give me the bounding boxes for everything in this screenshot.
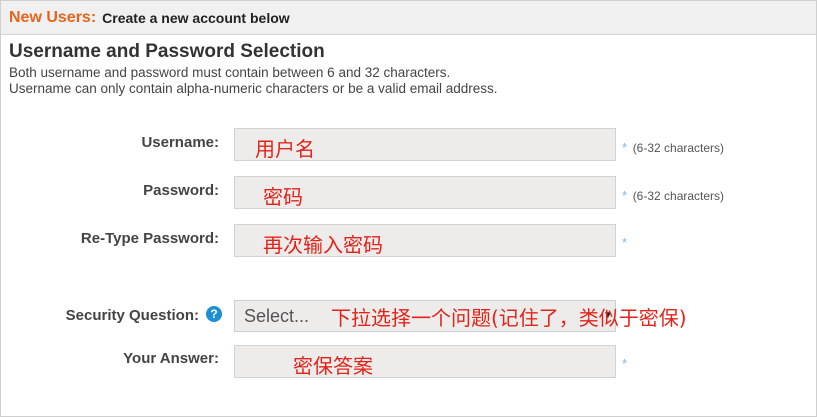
retype-required: * <box>622 235 627 250</box>
panel-header: New Users: Create a new account below <box>1 1 816 35</box>
retype-password-input[interactable]: 再次输入密码 <box>234 224 616 257</box>
retype-password-label: Re-Type Password: <box>80 230 219 247</box>
header-subtitle: Create a new account below <box>102 9 290 26</box>
username-input[interactable]: 用户名 <box>234 128 616 161</box>
required-asterisk: * <box>622 188 628 203</box>
header-brand: New Users: <box>9 8 97 26</box>
answer-required: * <box>622 356 627 371</box>
username-label: Username: <box>141 134 219 151</box>
signup-panel: New Users: Create a new account below Us… <box>0 0 817 417</box>
retype-annotation: 再次输入密码 <box>263 233 383 257</box>
security-annotation: 下拉选择一个问题(记住了，类似于密保) <box>331 306 687 330</box>
section-description: Both username and password must contain … <box>9 65 498 97</box>
username-required: * (6-32 characters) <box>622 140 724 155</box>
answer-label: Your Answer: <box>123 350 219 367</box>
answer-input[interactable]: 密保答案 <box>234 345 616 378</box>
password-input[interactable]: 密码 <box>234 176 616 209</box>
description-line-2: Username can only contain alpha-numeric … <box>9 81 498 96</box>
select-value: Select... <box>244 306 310 326</box>
password-annotation: 密码 <box>263 185 303 209</box>
description-line-1: Both username and password must contain … <box>9 65 451 80</box>
required-asterisk: * <box>622 356 628 371</box>
section-title: Username and Password Selection <box>9 41 325 62</box>
password-label: Password: <box>143 182 219 199</box>
required-asterisk: * <box>622 235 628 250</box>
username-annotation: 用户名 <box>255 137 315 161</box>
username-hint: (6-32 characters) <box>632 141 725 155</box>
password-hint: (6-32 characters) <box>632 189 725 203</box>
required-asterisk: * <box>622 140 628 155</box>
help-icon[interactable]: ? <box>206 306 222 322</box>
security-question-label: Security Question: <box>65 307 199 324</box>
password-required: * (6-32 characters) <box>622 188 724 203</box>
answer-annotation: 密保答案 <box>293 354 373 378</box>
